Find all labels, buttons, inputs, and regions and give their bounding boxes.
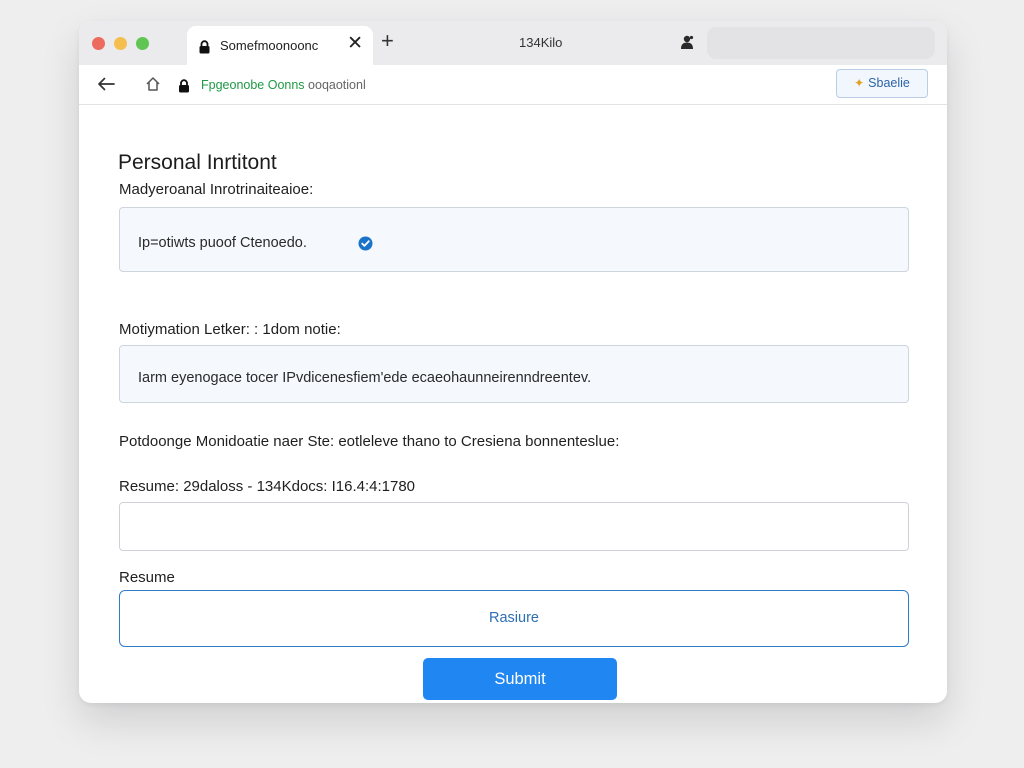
sparkle-icon: ✦ [854,76,865,90]
field2-input[interactable]: Iarm eyenogace tocer IPvdicenesfiem'ede … [119,345,909,403]
minimize-window-button[interactable] [114,37,127,50]
address-host: Fpgeonobe Oonns [201,78,305,92]
address-path: ooqaotionl [308,78,366,92]
extension-icon[interactable] [679,34,695,56]
field2-value: Iarm eyenogace tocer IPvdicenesfiem'ede … [138,370,592,386]
check-badge-icon [358,236,373,256]
back-arrow-icon[interactable] [97,77,115,96]
tab-bar: Somefmoonoonc ✕ + 134Kilo [79,21,947,65]
lock-icon [198,40,211,59]
field2-label: Motiymation Letker: : 1dom notie: [119,321,341,338]
resume-info-label: Resume: 29daloss - 134Kdocs: I16.4:4:178… [119,478,416,495]
tab-title: Somefmoonoonc [220,38,319,53]
submit-button[interactable]: Submit [423,658,617,700]
lock-icon [178,79,190,98]
resume-input[interactable] [119,502,909,551]
tab-active[interactable]: Somefmoonoonc ✕ [187,26,373,65]
address-bar[interactable]: Fpgeonobe Oonns ooqaotionl [201,78,366,92]
field1-input[interactable]: Ip=otiwts puoof Ctenoedo. [119,207,909,272]
resume-label: Resume [119,569,175,586]
tabbar-label: 134Kilo [519,35,563,50]
share-button[interactable]: ✦ Sbaelie [836,69,928,98]
home-icon[interactable] [145,76,161,97]
browser-window: Somefmoonoonc ✕ + 134Kilo Fpgeonobe Oonn… [79,21,947,703]
browser-toolbar: Fpgeonobe Oonns ooqaotionl ✦ Sbaelie [79,65,947,105]
field1-label: Madyeroanal Inrotrinaiteaioe: [119,181,314,198]
form-page: Personal Inrtitont Madyeroanal Inrotrina… [79,106,947,703]
share-label: Sbaelie [868,76,910,90]
new-tab-button[interactable]: + [381,29,394,53]
field1-value: Ip=otiwts puoof Ctenoedo. [138,235,307,251]
close-window-button[interactable] [92,37,105,50]
maximize-window-button[interactable] [136,37,149,50]
tabbar-search-pill[interactable] [707,27,935,59]
close-icon[interactable]: ✕ [347,34,363,54]
form-note: Potdoonge Monidoatie naer Ste: eotleleve… [119,433,620,450]
resume-upload-button[interactable]: Rasiure [119,590,909,647]
page-title: Personal Inrtitont [118,151,277,174]
